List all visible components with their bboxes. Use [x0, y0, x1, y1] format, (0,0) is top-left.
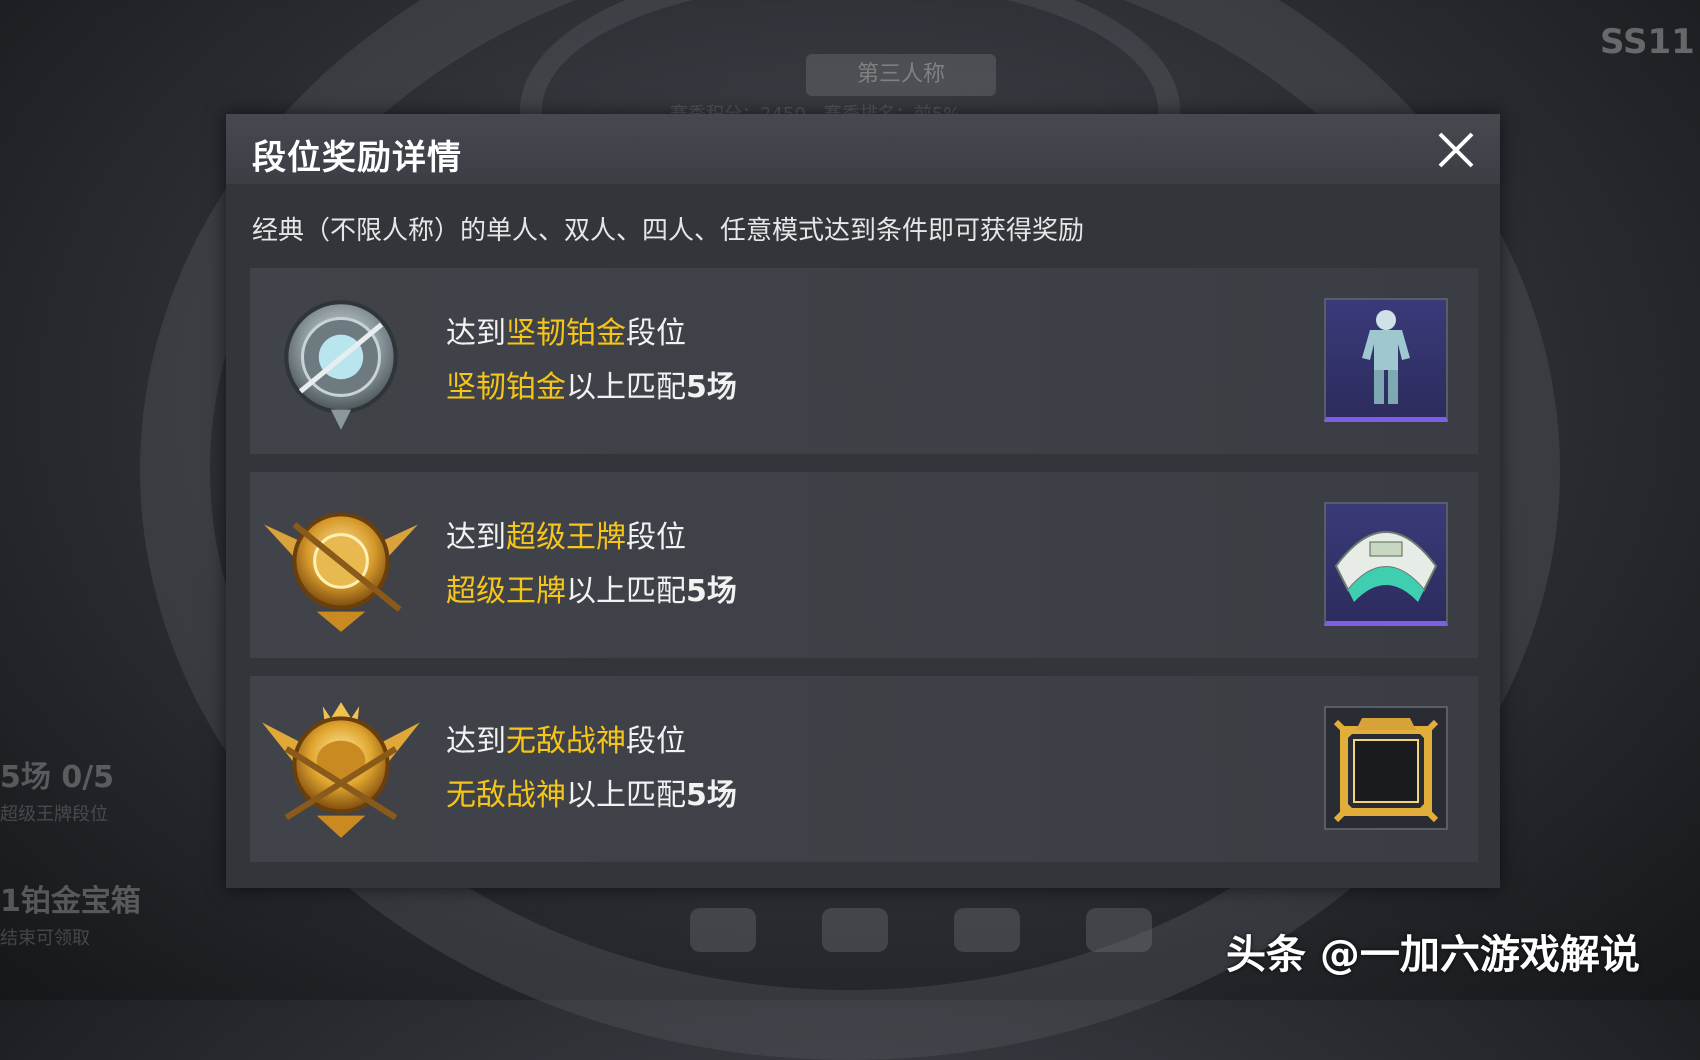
requirement-text: 以上匹配 [566, 370, 686, 405]
reward-list: 达到坚韧铂金段位 坚韧铂金以上匹配5场 达到超级王牌段位 超级王牌以上匹配5场 … [250, 268, 1478, 880]
reward-prefix: 达到 [446, 724, 506, 759]
requirement-count: 5场 [686, 574, 737, 609]
reward-item-avatar-frame[interactable] [1324, 706, 1448, 830]
bottom-nav [690, 908, 1152, 952]
reward-tier: 超级王牌 [506, 520, 626, 555]
watermark: 头条 @一加六游戏解说 [1226, 932, 1640, 978]
reward-tier: 坚韧铂金 [506, 316, 626, 351]
outfit-icon [1362, 310, 1410, 404]
requirement-text: 以上匹配 [566, 574, 686, 609]
reward-item-outfit[interactable] [1324, 298, 1448, 422]
reward-suffix: 段位 [626, 520, 686, 555]
ace-badge-icon [264, 512, 418, 632]
reward-text: 达到超级王牌段位 超级王牌以上匹配5场 [446, 512, 737, 610]
dialog-subtitle: 经典（不限人称）的单人、双人、四人、任意模式达到条件即可获得奖励 [252, 216, 1085, 246]
share-icon[interactable] [1086, 908, 1152, 952]
reward-suffix: 段位 [626, 724, 686, 759]
reward-item-parachute[interactable] [1324, 502, 1448, 626]
dialog-header: 段位奖励详情 [226, 114, 1500, 184]
solo-icon[interactable] [690, 908, 756, 952]
reward-text: 达到无敌战神段位 无敌战神以上匹配5场 [446, 716, 737, 814]
requirement-count: 5场 [686, 370, 737, 405]
conqueror-badge-icon [262, 702, 420, 838]
left-progress: 5场 0/5 [0, 760, 115, 795]
dialog-title: 段位奖励详情 [252, 138, 462, 178]
reward-prefix: 达到 [446, 520, 506, 555]
requirement-tier: 坚韧铂金 [446, 370, 566, 405]
reward-row-platinum: 达到坚韧铂金段位 坚韧铂金以上匹配5场 [250, 268, 1478, 454]
reward-prefix: 达到 [446, 316, 506, 351]
platinum-badge-icon [284, 300, 398, 430]
left-progress-hint: 超级王牌段位 [0, 804, 108, 825]
season-label: SS11 [1600, 22, 1695, 62]
reward-row-conqueror: 达到无敌战神段位 无敌战神以上匹配5场 [250, 676, 1478, 862]
left-chest-hint: 结束可领取 [0, 928, 90, 949]
requirement-text: 以上匹配 [566, 778, 686, 813]
close-button[interactable] [1432, 126, 1480, 174]
squad-icon[interactable] [954, 908, 1020, 952]
avatar-frame-icon [1333, 718, 1439, 823]
rank-rewards-dialog: 段位奖励详情 经典（不限人称）的单人、双人、四人、任意模式达到条件即可获得奖励 [226, 114, 1500, 888]
close-icon [1438, 132, 1474, 168]
mode-tab[interactable]: 第三人称 [806, 54, 996, 96]
duo-icon[interactable] [822, 908, 888, 952]
requirement-tier: 超级王牌 [446, 574, 566, 609]
reward-suffix: 段位 [626, 316, 686, 351]
requirement-count: 5场 [686, 778, 737, 813]
parachute-icon [1334, 531, 1438, 602]
left-chest: 1铂金宝箱 [0, 884, 141, 919]
reward-row-ace: 达到超级王牌段位 超级王牌以上匹配5场 [250, 472, 1478, 658]
reward-text: 达到坚韧铂金段位 坚韧铂金以上匹配5场 [446, 308, 737, 406]
reward-tier: 无敌战神 [506, 724, 626, 759]
requirement-tier: 无敌战神 [446, 778, 566, 813]
